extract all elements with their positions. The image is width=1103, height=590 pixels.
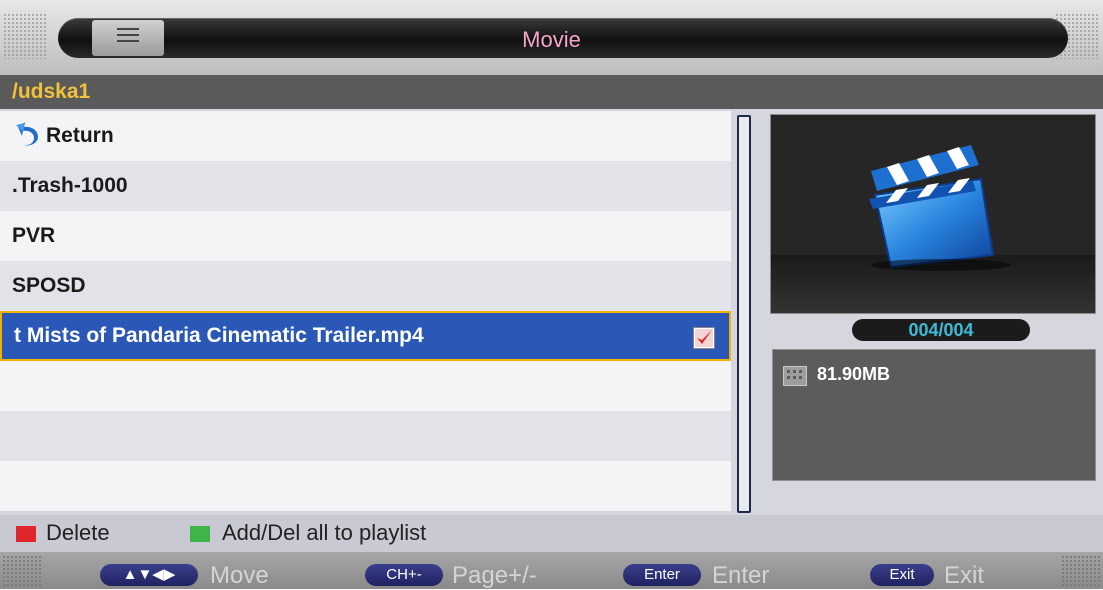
page-hint: Page+/-	[452, 562, 537, 589]
ch-key-badge: CH+-	[365, 564, 443, 586]
path-bar: /udska1	[0, 75, 1103, 109]
move-hint: Move	[210, 562, 269, 589]
list-item-label: .Trash-1000	[12, 174, 128, 197]
arrow-keys-badge: ▲▼◀▶	[100, 564, 198, 586]
exit-key-badge: Exit	[870, 564, 934, 586]
green-key-icon	[190, 526, 210, 542]
list-item-label: PVR	[12, 224, 56, 247]
list-item-label: Return	[46, 124, 114, 147]
exit-hint: Exit	[944, 562, 985, 589]
page-title: Movie	[522, 27, 581, 52]
list-item-empty	[0, 461, 731, 511]
grip-left	[2, 555, 42, 586]
playlist-label: Add/Del all to playlist	[222, 520, 427, 545]
scrollbar[interactable]	[737, 115, 751, 513]
list-item-sposd[interactable]: SPOSD	[0, 261, 731, 311]
return-arrow-icon	[16, 122, 38, 146]
enter-hint: Enter	[712, 562, 770, 589]
list-item-empty	[0, 361, 731, 411]
list-item-return[interactable]: Return	[0, 111, 731, 161]
list-item-label: SPOSD	[12, 274, 86, 297]
enter-key-badge: Enter	[623, 564, 701, 586]
checkmark-icon	[695, 329, 713, 347]
footer-hints: ▲▼◀▶ Move CH+- Page+/- Enter Enter Exit …	[0, 552, 1103, 589]
file-size: 81.90MB	[817, 364, 891, 384]
list-item-selected-file[interactable]: t Mists of Pandaria Cinematic Trailer.mp…	[0, 311, 731, 361]
delete-label: Delete	[46, 520, 110, 545]
grip-right	[1061, 555, 1101, 586]
file-info-icon	[783, 366, 807, 386]
list-item-empty	[0, 411, 731, 461]
preview-pane	[770, 114, 1096, 314]
current-path: /udska1	[12, 80, 91, 103]
list-item-trash[interactable]: .Trash-1000	[0, 161, 731, 211]
title-bar: Movie	[0, 0, 1103, 75]
color-key-legend: Delete Add/Del all to playlist	[0, 515, 1103, 552]
file-list: Return .Trash-1000 PVR SPOSD t Mists of …	[0, 111, 731, 511]
list-item-pvr[interactable]: PVR	[0, 211, 731, 261]
file-info-panel: 81.90MB	[772, 349, 1096, 481]
red-key-icon	[16, 526, 36, 542]
clapperboard-icon	[771, 145, 1095, 313]
item-counter: 004/004	[852, 319, 1030, 341]
list-item-label: t Mists of Pandaria Cinematic Trailer.mp…	[14, 324, 424, 347]
playlist-checkbox[interactable]	[693, 327, 715, 349]
browser-panel: Return .Trash-1000 PVR SPOSD t Mists of …	[0, 109, 1103, 515]
